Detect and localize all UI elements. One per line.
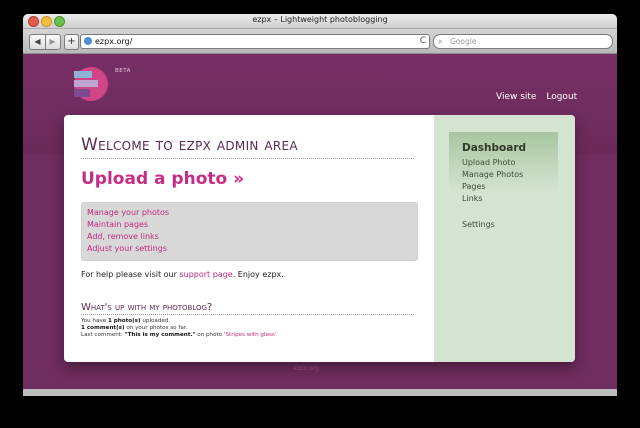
search-input[interactable]: ⌕ Google bbox=[433, 34, 613, 49]
status-bar bbox=[23, 389, 617, 396]
view-site-link[interactable]: View site bbox=[496, 92, 536, 102]
browser-window: ezpx – Lightweight photoblogging ◀ ▶ + e… bbox=[23, 14, 617, 396]
logout-link[interactable]: Logout bbox=[546, 92, 577, 102]
maintain-pages-link[interactable]: Maintain pages bbox=[87, 220, 148, 229]
sidebar-item-upload-photo[interactable]: Upload Photo bbox=[462, 158, 515, 167]
forward-button[interactable]: ▶ bbox=[45, 35, 60, 49]
search-placeholder: Google bbox=[450, 37, 477, 46]
search-icon: ⌕ bbox=[438, 37, 443, 46]
beta-badge: BETA bbox=[115, 68, 131, 74]
comment-count-stat: 1 comment(s) on your photos so far. bbox=[81, 325, 188, 331]
footer-text: ezpx.org bbox=[293, 365, 319, 372]
sidebar-item-dashboard[interactable]: Dashboard bbox=[462, 142, 526, 154]
nav-buttons: ◀ ▶ bbox=[29, 34, 61, 50]
photo-count-stat: You have 1 photo(s) uploaded. bbox=[81, 318, 171, 324]
section-heading: What's up with my photoblog? bbox=[81, 302, 213, 313]
title-bar: ezpx – Lightweight photoblogging bbox=[23, 14, 617, 29]
sidebar: Dashboard Upload Photo Manage Photos Pag… bbox=[434, 115, 575, 362]
support-page-link[interactable]: support page bbox=[179, 270, 232, 279]
ezpx-logo-icon[interactable] bbox=[74, 67, 108, 101]
browser-toolbar: ◀ ▶ + ezpx.org/ C ⌕ Google bbox=[23, 29, 617, 54]
sidebar-item-pages[interactable]: Pages bbox=[462, 182, 486, 191]
main-content: Welcome to ezpx admin area Upload a phot… bbox=[64, 115, 434, 362]
manage-photos-link[interactable]: Manage your photos bbox=[87, 208, 169, 217]
add-bookmark-button[interactable]: + bbox=[64, 34, 79, 50]
help-text: For help please visit our support page. … bbox=[81, 270, 284, 279]
section-divider bbox=[81, 314, 414, 315]
sidebar-item-settings[interactable]: Settings bbox=[462, 220, 495, 229]
photo-link[interactable]: 'Stripes with glass' bbox=[224, 332, 276, 338]
address-bar[interactable]: ezpx.org/ C bbox=[80, 34, 430, 49]
quick-links-box: Manage your photos Maintain pages Add, r… bbox=[81, 202, 418, 261]
adjust-settings-link[interactable]: Adjust your settings bbox=[87, 244, 167, 253]
upload-photo-link[interactable]: Upload a photo » bbox=[81, 169, 244, 189]
title-divider bbox=[81, 158, 414, 159]
top-nav: View site Logout bbox=[489, 92, 577, 102]
last-comment-stat: Last comment: "This is my comment." on p… bbox=[81, 332, 277, 338]
sidebar-item-links[interactable]: Links bbox=[462, 194, 483, 203]
globe-icon bbox=[84, 37, 92, 45]
sidebar-item-manage-photos[interactable]: Manage Photos bbox=[462, 170, 523, 179]
reload-icon[interactable]: C bbox=[420, 35, 426, 48]
window-title: ezpx – Lightweight photoblogging bbox=[252, 15, 388, 24]
page-title: Welcome to ezpx admin area bbox=[81, 135, 298, 155]
admin-panel: Welcome to ezpx admin area Upload a phot… bbox=[64, 115, 575, 362]
add-remove-links-link[interactable]: Add, remove links bbox=[87, 232, 159, 241]
url-text[interactable]: ezpx.org/ bbox=[95, 35, 132, 48]
back-button[interactable]: ◀ bbox=[30, 35, 46, 49]
page-viewport: BETA View site Logout Welcome to ezpx ad… bbox=[23, 54, 617, 396]
